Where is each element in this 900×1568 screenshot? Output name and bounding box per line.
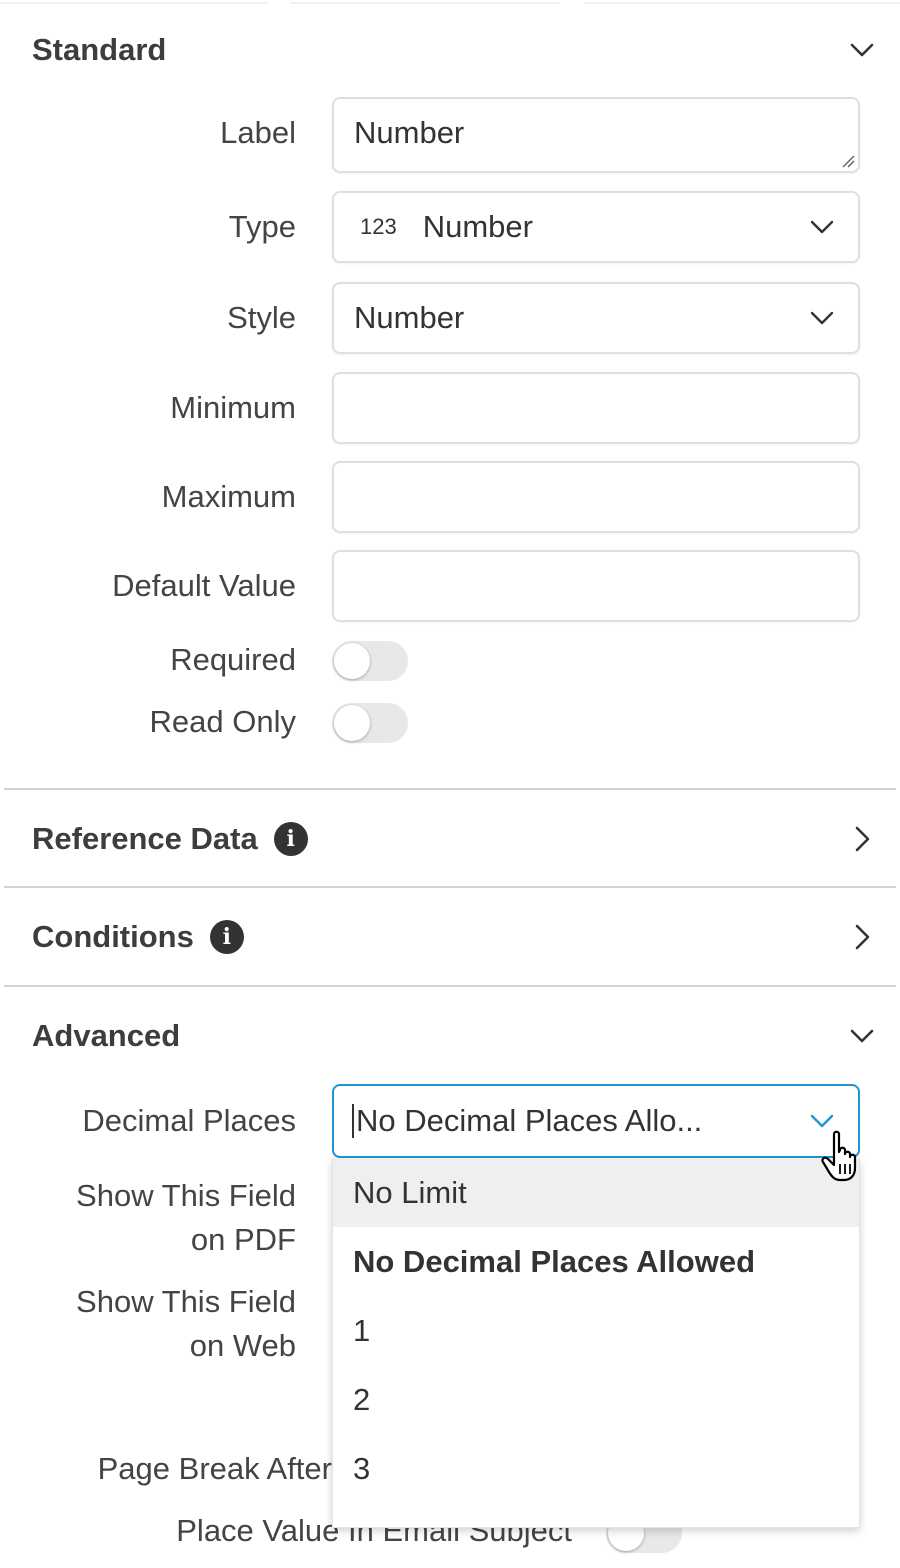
chevron-right-icon[interactable]	[848, 923, 876, 951]
label-field-label: Label	[220, 115, 296, 150]
label-textarea[interactable]: Number	[332, 97, 860, 173]
section-header-conditions[interactable]: Conditions i	[32, 914, 876, 960]
required-toggle[interactable]	[332, 641, 408, 681]
info-icon[interactable]: i	[209, 920, 244, 954]
top-tab-strip	[0, 0, 900, 8]
label-row: Label Number	[0, 97, 900, 173]
maximum-row: Maximum	[0, 461, 900, 533]
dropdown-option[interactable]: 1	[333, 1296, 859, 1365]
style-select[interactable]: Number	[332, 282, 860, 354]
show-on-web-label-line1: Show This Field	[76, 1284, 296, 1319]
decimal-places-dropdown: No Limit No Decimal Places Allowed 1 2 3	[332, 1158, 860, 1528]
number-type-icon: 123	[360, 214, 397, 239]
chevron-down-icon[interactable]	[848, 1022, 876, 1050]
required-field-label: Required	[170, 642, 296, 677]
page-break-after-label: Page Break After	[97, 1451, 332, 1486]
chevron-down-icon	[808, 213, 836, 241]
required-row: Required	[0, 638, 900, 684]
dropdown-option[interactable]: No Decimal Places Allowed	[333, 1227, 859, 1296]
decimal-places-select[interactable]: No Decimal Places Allo...	[332, 1084, 860, 1158]
dropdown-option[interactable]: 3	[333, 1434, 859, 1503]
hand-pointer-icon	[821, 1130, 857, 1182]
section-divider	[4, 985, 896, 987]
dropdown-option[interactable]: 2	[333, 1365, 859, 1434]
reference-data-title-text: Reference Data	[32, 821, 258, 856]
section-header-reference-data[interactable]: Reference Data i	[32, 816, 876, 862]
decimal-places-field-label: Decimal Places	[82, 1103, 296, 1138]
read-only-toggle[interactable]	[332, 703, 408, 743]
show-on-web-label-line2: on Web	[189, 1328, 296, 1363]
section-title-reference-data: Reference Data i	[32, 821, 308, 857]
maximum-field-label: Maximum	[161, 479, 296, 514]
default-value-field-label: Default Value	[112, 568, 296, 603]
info-icon[interactable]: i	[273, 822, 308, 856]
style-select-value: Number	[354, 300, 465, 335]
read-only-field-label: Read Only	[149, 704, 296, 739]
resize-handle-icon[interactable]	[841, 154, 855, 168]
type-row: Type 123 Number	[0, 191, 900, 263]
chevron-down-icon[interactable]	[848, 36, 876, 64]
section-header-advanced[interactable]: Advanced	[32, 1013, 876, 1059]
minimum-input[interactable]	[332, 372, 860, 444]
style-field-label: Style	[227, 300, 296, 335]
decimal-places-select-value: No Decimal Places Allo...	[356, 1103, 703, 1138]
maximum-input[interactable]	[332, 461, 860, 533]
minimum-field-label: Minimum	[170, 390, 296, 425]
style-row: Style Number	[0, 282, 900, 354]
show-on-pdf-label-line2: on PDF	[190, 1222, 296, 1257]
chevron-right-icon[interactable]	[848, 825, 876, 853]
section-divider	[4, 788, 896, 790]
section-title-conditions: Conditions i	[32, 919, 244, 955]
chevron-down-icon	[808, 304, 836, 332]
read-only-row: Read Only	[0, 700, 900, 746]
type-field-label: Type	[228, 209, 296, 244]
section-header-standard[interactable]: Standard	[32, 28, 876, 72]
default-value-row: Default Value	[0, 550, 900, 622]
toggle-knob	[334, 643, 370, 679]
dropdown-option[interactable]: No Limit	[333, 1158, 859, 1227]
toggle-knob	[334, 705, 370, 741]
minimum-row: Minimum	[0, 372, 900, 444]
label-textarea-value: Number	[354, 115, 465, 150]
decimal-places-row: Decimal Places No Decimal Places Allo...	[0, 1084, 900, 1158]
section-divider	[4, 886, 896, 888]
type-select[interactable]: 123 Number	[332, 191, 860, 263]
type-select-value: Number	[422, 209, 533, 244]
show-on-pdf-label-line1: Show This Field	[76, 1178, 296, 1213]
section-title-advanced: Advanced	[32, 1018, 181, 1053]
default-value-input[interactable]	[332, 550, 860, 622]
conditions-title-text: Conditions	[32, 919, 194, 954]
text-caret	[352, 1104, 354, 1138]
section-title-standard: Standard	[32, 32, 167, 67]
